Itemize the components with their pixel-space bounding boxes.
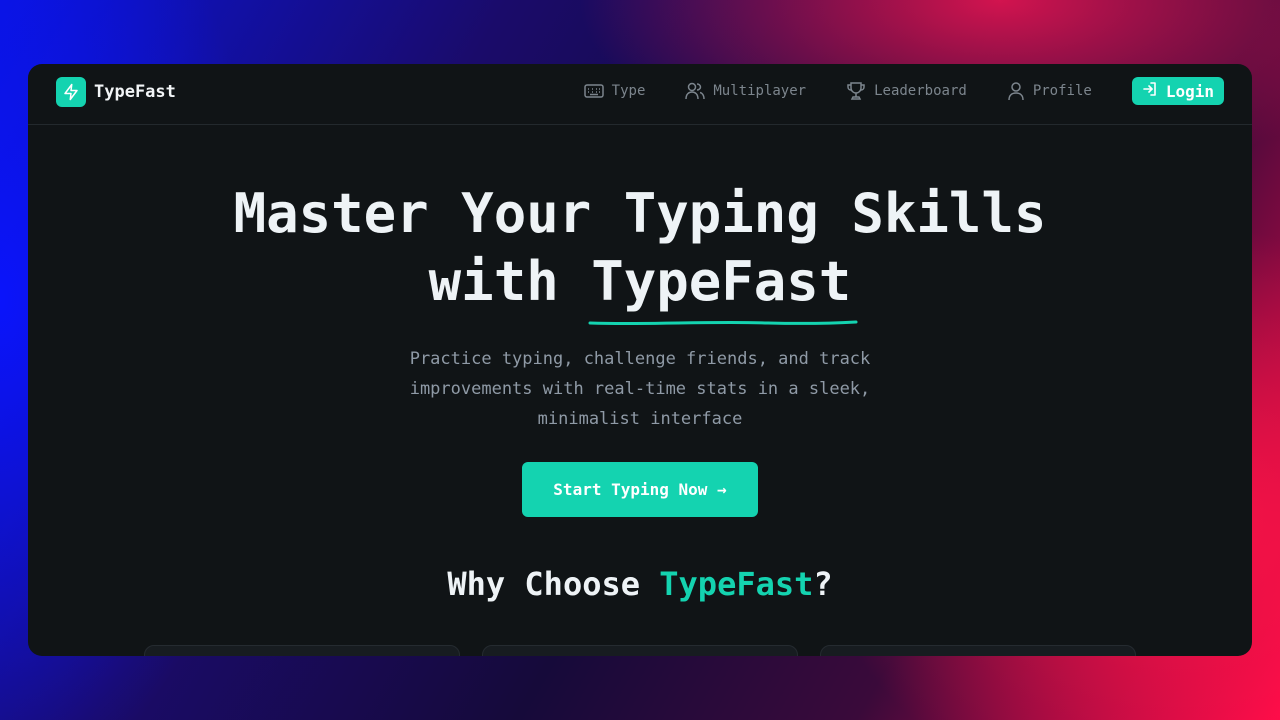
nav-item-multiplayer[interactable]: Multiplayer [685, 82, 806, 100]
feature-card [482, 645, 798, 656]
feature-cards [144, 645, 1136, 656]
top-navbar: TypeFast Type Multiplayer Leaderboard Pr… [28, 64, 1252, 125]
user-icon [1007, 81, 1025, 101]
nav-item-type[interactable]: Type [583, 83, 646, 99]
nav-item-label: Leaderboard [874, 83, 967, 99]
nav-item-label: Type [611, 83, 646, 99]
features-title-prefix: Why Choose [447, 565, 660, 603]
app-window: TypeFast Type Multiplayer Leaderboard Pr… [28, 64, 1252, 656]
login-button[interactable]: Login [1131, 77, 1224, 105]
hero-title-highlight-text: TypeFast [591, 250, 852, 313]
nav-item-label: Profile [1032, 83, 1092, 99]
features-title-suffix: ? [813, 565, 833, 603]
hero-subtitle: Practice typing, challenge friends, and … [409, 349, 871, 429]
features-title-highlight: TypeFast [659, 565, 814, 603]
start-typing-button[interactable]: Start Typing Now → [522, 462, 758, 517]
squiggle-underline [588, 320, 858, 326]
keyboard-icon [583, 83, 604, 99]
nav-item-leaderboard[interactable]: Leaderboard [846, 81, 967, 101]
login-label: Login [1165, 81, 1214, 101]
hero-title: Master Your Typing Skills with TypeFast [28, 180, 1252, 326]
brand[interactable]: TypeFast [56, 77, 176, 107]
hero-title-prefix: with [428, 250, 592, 313]
users-icon [685, 82, 706, 100]
main-nav: Type Multiplayer Leaderboard Profile Log… [583, 77, 1224, 105]
hero-title-line1: Master Your Typing Skills [233, 182, 1047, 245]
nav-item-label: Multiplayer [713, 83, 807, 99]
hero-title-highlight: TypeFast [588, 248, 858, 326]
nav-item-profile[interactable]: Profile [1007, 81, 1092, 101]
features-title: Why Choose TypeFast? [28, 565, 1252, 603]
login-arrow-icon [1142, 81, 1158, 101]
hero-section: Master Your Typing Skills with TypeFast … [28, 180, 1252, 603]
trophy-icon [846, 81, 866, 101]
feature-card [820, 645, 1136, 656]
feature-card [144, 645, 460, 656]
brand-name: TypeFast [94, 82, 176, 102]
lightning-bolt-icon [56, 77, 86, 107]
